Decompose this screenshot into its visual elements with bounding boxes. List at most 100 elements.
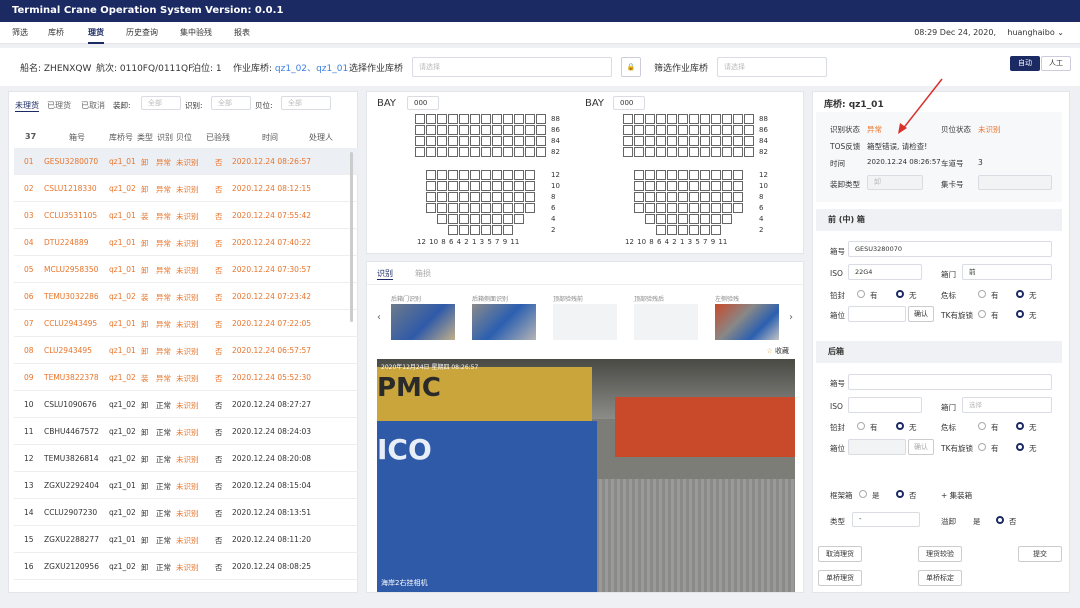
bay-slot[interactable] [459, 192, 469, 202]
bay-slot[interactable] [514, 170, 524, 180]
lock-button[interactable]: 🔒 [621, 57, 641, 77]
bay-slot[interactable] [426, 125, 436, 135]
bay-slot[interactable] [459, 125, 469, 135]
bay-slot[interactable] [711, 214, 721, 224]
bay-slot[interactable] [667, 225, 677, 235]
nav-crane[interactable]: 库桥 [48, 22, 64, 44]
bay-slot[interactable] [744, 125, 754, 135]
bay-slot[interactable] [645, 192, 655, 202]
bay-slot[interactable] [448, 192, 458, 202]
table-row[interactable]: 08 CLU2943495 qz1_01 卸异常 未识别 否 2020.12.24 06:5… [14, 337, 359, 364]
front-slot-input[interactable] [848, 306, 906, 322]
bay-slot[interactable] [700, 170, 710, 180]
bay-slot[interactable] [689, 214, 699, 224]
bay-slot[interactable] [645, 170, 655, 180]
table-row[interactable]: 04 DTU224889 qz1_01 卸异常 未识别 否 2020.12.24 07:40… [14, 229, 359, 256]
bay-slot[interactable] [678, 203, 688, 213]
bay-slot[interactable] [448, 225, 458, 235]
table-row[interactable]: 01 GESU3280070 qz1_01 卸异常 未识别 否 2020.12.24 08:… [14, 148, 359, 175]
bay-slot[interactable] [733, 181, 743, 191]
recog-filter-select[interactable]: 全部 [211, 96, 251, 110]
bay-slot[interactable] [689, 114, 699, 124]
favorite-button[interactable]: ☆ 收藏 [766, 346, 789, 356]
bay-slot[interactable] [667, 192, 677, 202]
bay-slot[interactable] [426, 192, 436, 202]
bay-slot[interactable] [700, 181, 710, 191]
bay-slot[interactable] [437, 125, 447, 135]
bay-slot[interactable] [700, 203, 710, 213]
bay-slot[interactable] [656, 170, 666, 180]
bay-slot[interactable] [744, 147, 754, 157]
bay-slot[interactable] [645, 125, 655, 135]
bay-slot[interactable] [470, 203, 480, 213]
verify-tally-button[interactable]: 理货较验 [918, 546, 962, 562]
crane-link-a[interactable]: qz1_02 [275, 64, 307, 74]
bay-slot[interactable] [459, 114, 469, 124]
bay-slot[interactable] [634, 125, 644, 135]
front-danger-yes-radio[interactable] [978, 290, 986, 298]
rear-door-select[interactable]: 选择 [962, 397, 1052, 413]
bay-slot[interactable] [503, 192, 513, 202]
bay-slot[interactable] [470, 170, 480, 180]
bay-slot[interactable] [645, 181, 655, 191]
bay-slot[interactable] [437, 136, 447, 146]
rear-tk-yes-radio[interactable] [978, 443, 986, 451]
cancel-tally-button[interactable]: 取消理货 [818, 546, 862, 562]
bay-slot[interactable] [700, 225, 710, 235]
bay-slot[interactable] [711, 192, 721, 202]
nav-report[interactable]: 报表 [234, 22, 250, 44]
rear-slot-input[interactable] [848, 439, 906, 455]
rear-iso-input[interactable] [848, 397, 922, 413]
bay-slot[interactable] [733, 136, 743, 146]
bay-slot[interactable] [470, 136, 480, 146]
bay-slot[interactable] [525, 181, 535, 191]
bay-slot[interactable] [667, 136, 677, 146]
thumb-image-3[interactable] [634, 304, 698, 340]
rear-seal-yes-radio[interactable] [857, 422, 865, 430]
bay-slot[interactable] [733, 203, 743, 213]
bay-slot[interactable] [722, 181, 732, 191]
bay-slot[interactable] [678, 192, 688, 202]
bay-slot[interactable] [525, 170, 535, 180]
tab-untallied[interactable]: 未理货 [15, 100, 39, 112]
table-row[interactable]: 10 CSLU1090676 qz1_02 卸正常 未识别 否 2020.12.24 08:… [14, 391, 359, 418]
bay-slot[interactable] [514, 147, 524, 157]
bay-slot[interactable] [656, 225, 666, 235]
bay-slot[interactable] [634, 136, 644, 146]
bay-slot[interactable] [481, 170, 491, 180]
bay-slot[interactable] [448, 114, 458, 124]
table-row[interactable]: 16 ZGXU2120956 qz1_02 卸正常 未识别 否 2020.12.24 08:… [14, 553, 359, 580]
bay-slot[interactable] [689, 192, 699, 202]
bay-slot[interactable] [645, 147, 655, 157]
bay-slot[interactable] [667, 214, 677, 224]
nav-filter[interactable]: 筛选 [12, 22, 28, 44]
thumb-image-2[interactable] [553, 304, 617, 340]
bay-slot[interactable] [514, 125, 524, 135]
truck-input[interactable] [978, 175, 1052, 190]
bay-slot[interactable] [459, 203, 469, 213]
bay-slot[interactable] [426, 181, 436, 191]
bay-slot[interactable] [689, 147, 699, 157]
bay-slot[interactable] [667, 181, 677, 191]
bay-slot[interactable] [733, 147, 743, 157]
bay-slot[interactable] [470, 181, 480, 191]
bay-slot[interactable] [503, 114, 513, 124]
bay-slot[interactable] [656, 203, 666, 213]
nav-tally[interactable]: 理货 [88, 22, 104, 44]
table-row[interactable]: 03 CCLU3531105 qz1_01 装异常 未识别 否 2020.12.24 07:… [14, 202, 359, 229]
bay-slot[interactable] [634, 170, 644, 180]
frame-yes-radio[interactable] [859, 490, 867, 498]
bay-slot[interactable] [503, 170, 513, 180]
bay-slot[interactable] [525, 136, 535, 146]
bay-slot[interactable] [645, 136, 655, 146]
frame-no-radio[interactable] [896, 490, 904, 498]
bay-slot[interactable] [459, 147, 469, 157]
bay-slot[interactable] [470, 192, 480, 202]
bay-slot[interactable] [503, 147, 513, 157]
bay-slot[interactable] [514, 214, 524, 224]
bay-slot[interactable] [503, 203, 513, 213]
bay-slot[interactable] [481, 214, 491, 224]
bay-slot[interactable] [678, 147, 688, 157]
bay-slot[interactable] [470, 225, 480, 235]
table-row[interactable]: 09 TEMU3822378 qz1_02 装异常 未识别 否 2020.12.24 05:… [14, 364, 359, 391]
